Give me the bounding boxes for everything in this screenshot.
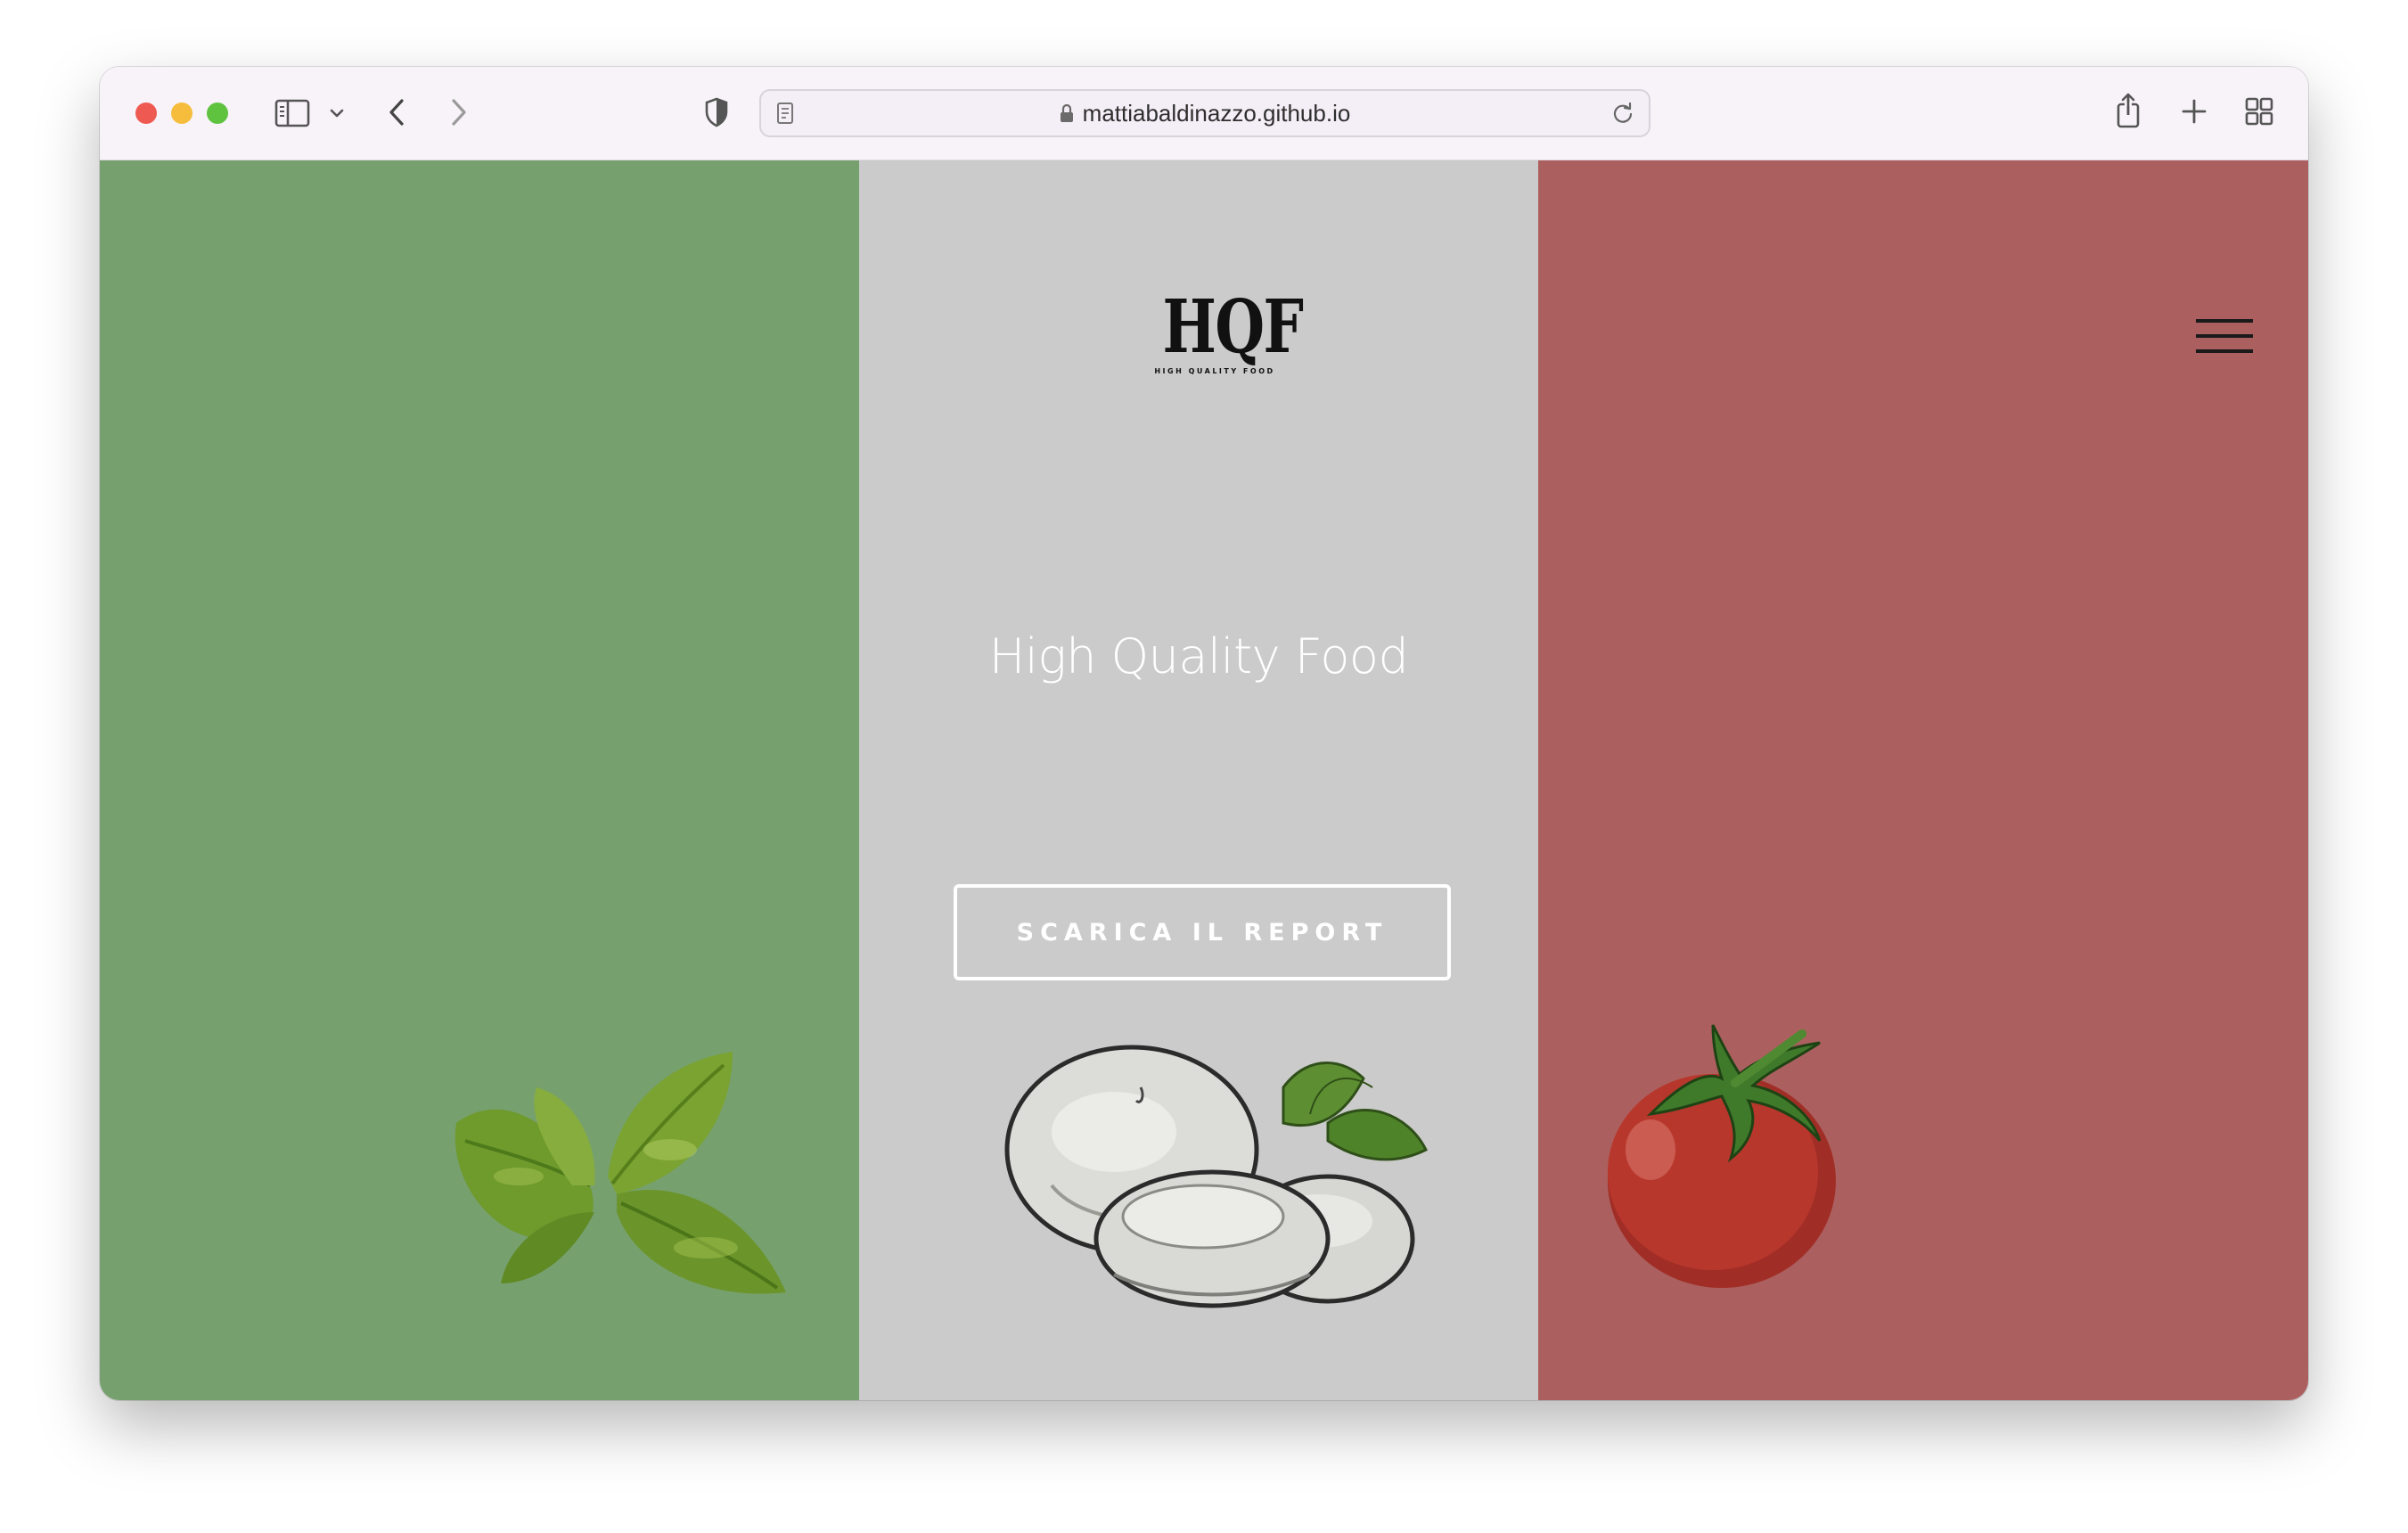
- hqf-logo[interactable]: HQF HIGH QUALITY FOOD: [1148, 284, 1304, 385]
- new-tab-plus-icon[interactable]: [2178, 95, 2210, 127]
- minimize-window-button[interactable]: [171, 102, 192, 124]
- basil-illustration: [438, 1043, 813, 1301]
- tomato-illustration: [1597, 1016, 1855, 1292]
- browser-toolbar: mattiabaldinazzo.github.io: [100, 67, 2308, 161]
- tab-overview-icon[interactable]: [2242, 95, 2276, 127]
- maximize-window-button[interactable]: [207, 102, 228, 124]
- hero-headline: High Quality Food: [988, 628, 1409, 685]
- reload-icon[interactable]: [1609, 100, 1636, 127]
- lock-icon: [1060, 103, 1074, 123]
- address-bar[interactable]: mattiabaldinazzo.github.io: [759, 89, 1650, 137]
- sidebar-toggle-icon[interactable]: [273, 96, 312, 130]
- download-report-button[interactable]: SCARICA IL REPORT: [954, 884, 1451, 980]
- browser-window: mattiabaldinazzo.github.io HQF HIGH QUAL…: [100, 67, 2308, 1400]
- close-window-button[interactable]: [135, 102, 157, 124]
- logo-main-text: HQF: [1162, 284, 1304, 370]
- share-icon[interactable]: [2112, 88, 2144, 133]
- chevron-down-icon[interactable]: [326, 102, 348, 124]
- hamburger-menu-icon[interactable]: [2196, 319, 2253, 355]
- url-text[interactable]: mattiabaldinazzo.github.io: [1083, 100, 1351, 127]
- privacy-shield-icon[interactable]: [700, 94, 733, 131]
- mozzarella-illustration: [989, 1034, 1435, 1319]
- page-content: HQF HIGH QUALITY FOOD High Quality Food …: [100, 160, 2308, 1400]
- forward-arrow-icon[interactable]: [446, 94, 472, 131]
- back-arrow-icon[interactable]: [383, 94, 410, 131]
